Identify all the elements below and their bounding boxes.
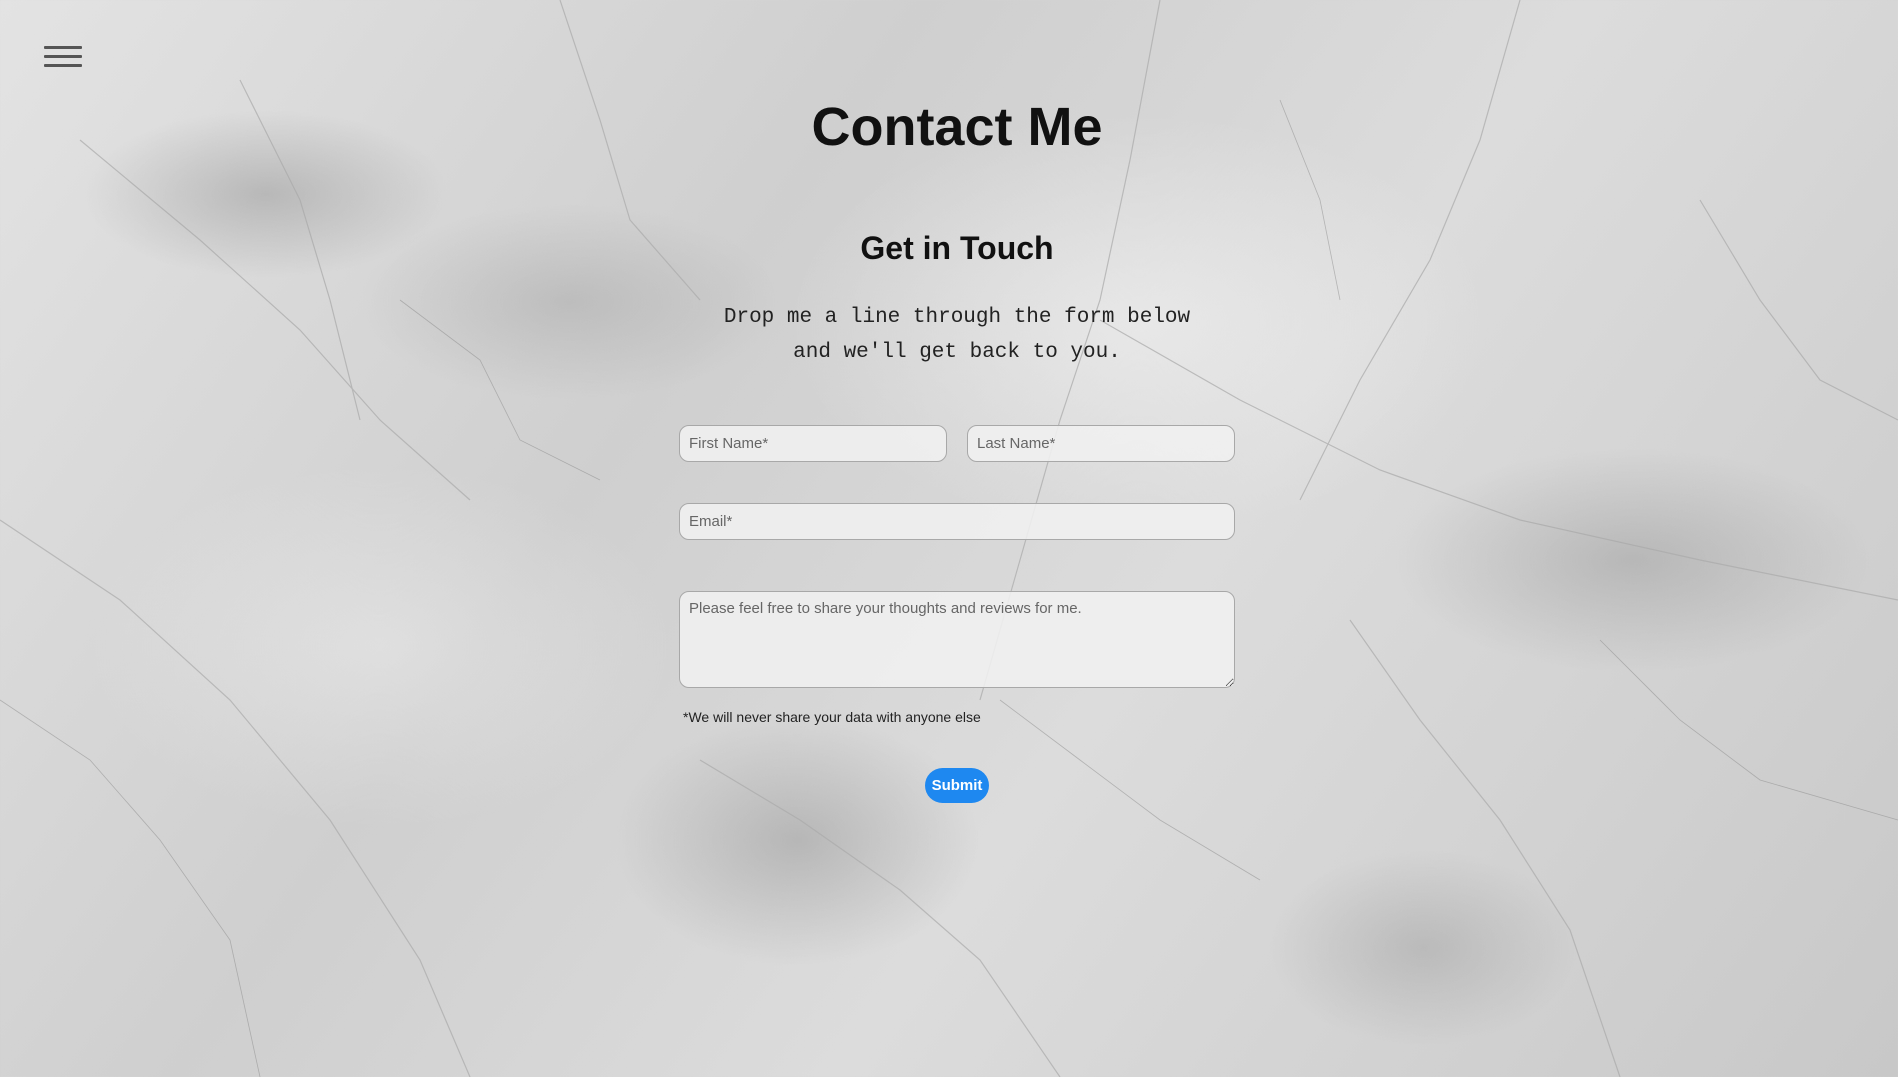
- first-name-input[interactable]: [679, 425, 947, 462]
- menu-line: [44, 46, 82, 49]
- menu-line: [44, 55, 82, 58]
- intro-line-2: and we'll get back to you.: [793, 341, 1121, 364]
- email-input[interactable]: [679, 503, 1235, 540]
- intro-line-1: Drop me a line through the form below: [723, 306, 1191, 329]
- last-name-input[interactable]: [967, 425, 1235, 462]
- message-textarea[interactable]: [679, 591, 1235, 688]
- page-title: Contact Me: [811, 97, 1103, 157]
- menu-line: [44, 64, 82, 67]
- submit-button[interactable]: Submit: [925, 768, 989, 803]
- privacy-note: *We will never share your data with anyo…: [683, 709, 981, 725]
- intro-text: Drop me a line through the form below an…: [0, 300, 1898, 370]
- section-heading: Get in Touch: [860, 230, 1054, 266]
- hamburger-menu-icon[interactable]: [44, 46, 82, 74]
